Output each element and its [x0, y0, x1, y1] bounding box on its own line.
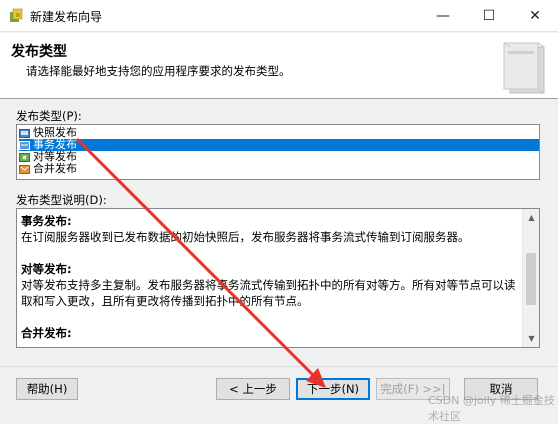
publication-description-box: 事务发布: 在订阅服务器收到已发布数据的初始快照后，发布服务器将事务流式传输到订… [16, 208, 540, 348]
description-heading: 合并发布: [21, 326, 72, 340]
transactional-publication-icon [19, 140, 30, 150]
scroll-thumb[interactable] [526, 253, 536, 305]
publication-type-label: 发布类型(P): [16, 109, 82, 123]
title-bar: 新建发布向导 — ☐ ✕ [0, 0, 558, 32]
page-description: 请选择能最好地支持您的应用程序要求的发布类型。 [26, 64, 291, 78]
description-body: 对等发布支持多主复制。发布服务器将事务流式传输到拓扑中的所有对等方。所有对等节点… [21, 278, 516, 308]
description-block-merge: 合并发布: [21, 325, 519, 341]
footer-divider [0, 366, 558, 367]
list-item-label: 合并发布 [33, 162, 77, 175]
description-scrollbar[interactable]: ▲ ▼ [522, 209, 539, 347]
scroll-down-icon[interactable]: ▼ [523, 330, 539, 347]
list-item-merge[interactable]: 合并发布 [19, 163, 539, 175]
scroll-up-icon[interactable]: ▲ [523, 209, 539, 226]
description-content: 事务发布: 在订阅服务器收到已发布数据的初始快照后，发布服务器将事务流式传输到订… [21, 213, 519, 347]
next-button[interactable]: 下一步(N) [296, 378, 370, 400]
back-button[interactable]: < 上一步 [216, 378, 290, 400]
watermark-text: CSDN @jolly 稀土掘金技术社区 [428, 394, 555, 423]
description-block-peer-to-peer: 对等发布: 对等发布支持多主复制。发布服务器将事务流式传输到拓扑中的所有对等方。… [21, 261, 519, 309]
database-books-icon [503, 42, 545, 94]
publication-type-description-label: 发布类型说明(D): [16, 193, 107, 207]
description-heading: 事务发布: [21, 214, 72, 228]
peer-to-peer-publication-icon [19, 152, 30, 162]
wizard-app-icon [10, 8, 23, 22]
maximize-button[interactable]: ☐ [466, 0, 512, 32]
snapshot-publication-icon [19, 128, 30, 138]
publication-type-list[interactable]: 快照发布 事务发布 对等发布 合并发布 [16, 124, 540, 180]
list-item-transactional[interactable]: 事务发布 [19, 139, 539, 151]
page-title: 发布类型 [11, 44, 67, 60]
description-heading: 对等发布: [21, 262, 72, 276]
close-button[interactable]: ✕ [512, 0, 558, 32]
description-block-transactional: 事务发布: 在订阅服务器收到已发布数据的初始快照后，发布服务器将事务流式传输到订… [21, 213, 519, 245]
list-item-peer-to-peer[interactable]: 对等发布 [19, 151, 539, 163]
help-button[interactable]: 帮助(H) [16, 378, 78, 400]
window-title: 新建发布向导 [30, 10, 103, 24]
minimize-button[interactable]: — [420, 0, 466, 32]
description-body: 在订阅服务器收到已发布数据的初始快照后，发布服务器将事务流式传输到订阅服务器。 [21, 230, 470, 244]
merge-publication-icon [19, 164, 30, 174]
list-item-snapshot[interactable]: 快照发布 [19, 127, 539, 139]
wizard-header: 发布类型 请选择能最好地支持您的应用程序要求的发布类型。 [0, 33, 558, 99]
